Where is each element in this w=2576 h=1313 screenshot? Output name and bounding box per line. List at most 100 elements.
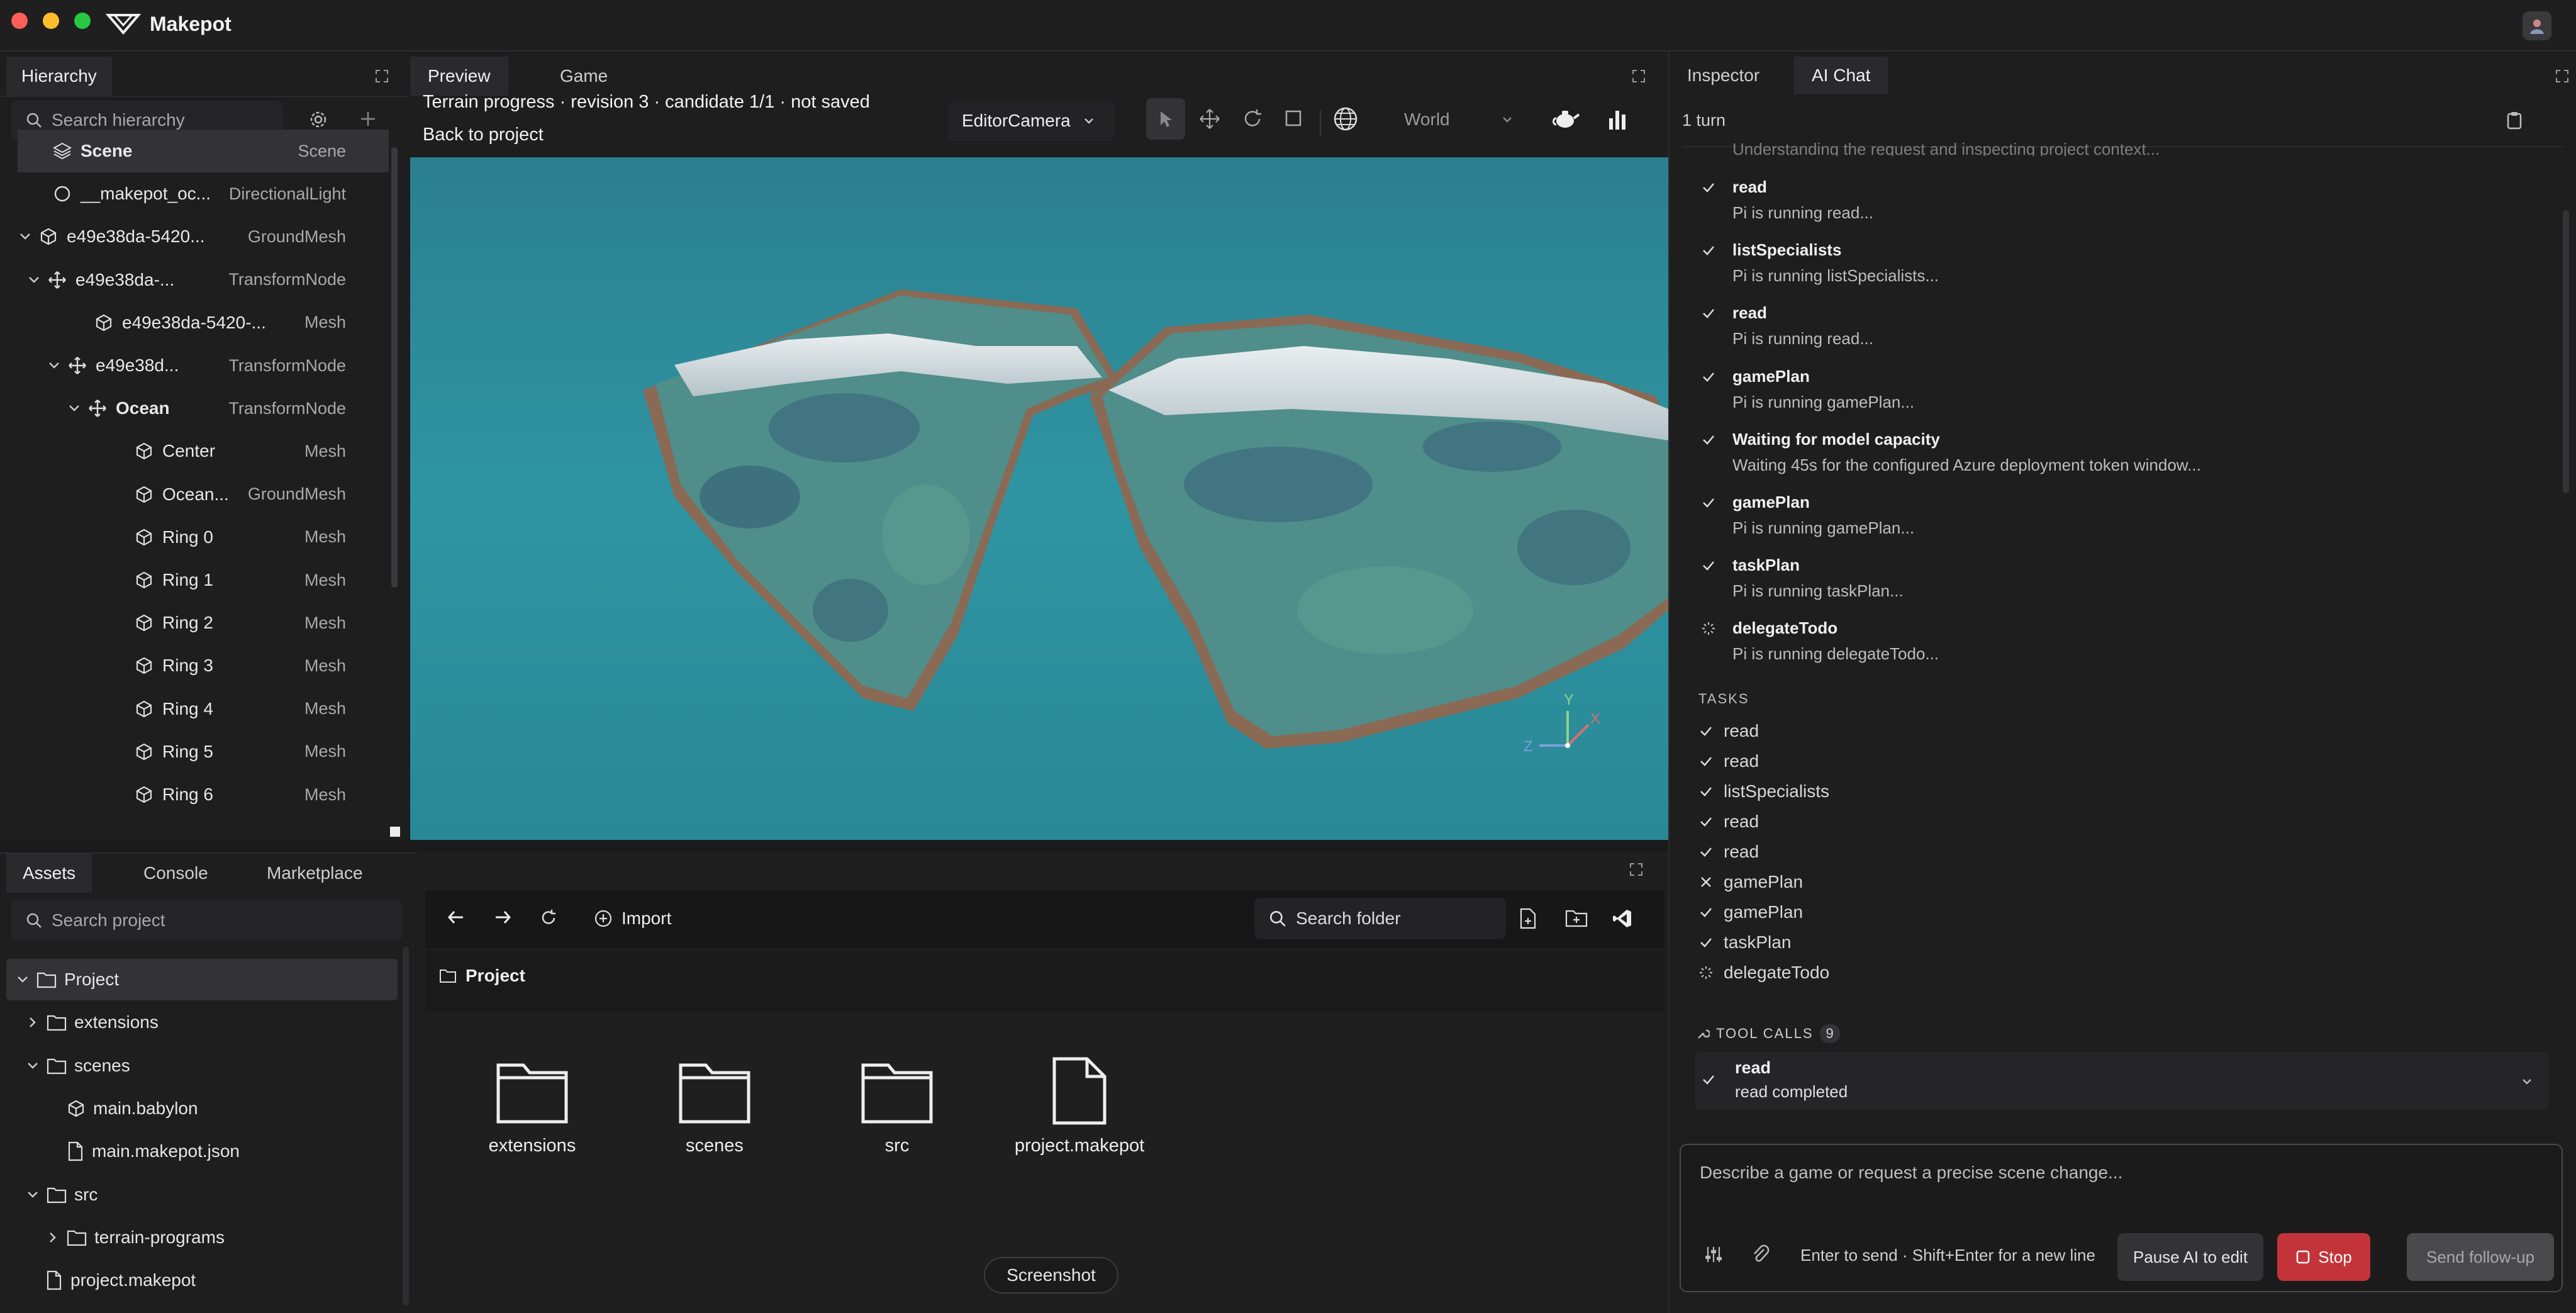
- project-tree-item[interactable]: Project: [6, 959, 398, 1000]
- step-detail: Pi is running read...: [1732, 329, 1874, 349]
- new-folder-icon[interactable]: [1565, 908, 1588, 928]
- assets-scrollbar[interactable]: [403, 947, 409, 1305]
- back-to-project-link[interactable]: Back to project: [423, 125, 544, 145]
- folder-tile[interactable]: extensions: [463, 1048, 601, 1156]
- select-tool-button[interactable]: [1146, 98, 1185, 140]
- tab-game[interactable]: Game: [542, 57, 625, 96]
- tab-ai-chat[interactable]: AI Chat: [1794, 57, 1888, 94]
- tab-inspector[interactable]: Inspector: [1670, 57, 1777, 94]
- tree-item-label: extensions: [74, 1012, 159, 1032]
- chevron-down-icon[interactable]: [25, 1187, 40, 1202]
- back-arrow-icon[interactable]: [445, 907, 467, 928]
- project-tree-item[interactable]: project.makepot: [6, 1260, 398, 1301]
- chevron-down-icon[interactable]: [25, 1058, 40, 1073]
- tab-marketplace[interactable]: Marketplace: [249, 854, 381, 893]
- hierarchy-row[interactable]: Ring 6 Mesh: [18, 773, 389, 816]
- hierarchy-row[interactable]: Ring 2 Mesh: [18, 601, 389, 644]
- hierarchy-row[interactable]: __makepot_oc... DirectionalLight: [18, 172, 389, 215]
- node-type: GroundMesh: [247, 484, 346, 504]
- hierarchy-row[interactable]: Center Mesh: [18, 430, 389, 472]
- hierarchy-row[interactable]: e49e38da-5420-... Mesh: [18, 301, 389, 344]
- tab-preview[interactable]: Preview: [410, 57, 508, 96]
- chevron-down-icon[interactable]: [2520, 1075, 2534, 1088]
- tab-assets[interactable]: Assets: [6, 854, 92, 893]
- tab-hierarchy[interactable]: Hierarchy: [6, 57, 112, 96]
- paperclip-icon[interactable]: [1751, 1244, 1770, 1265]
- user-avatar[interactable]: [2523, 11, 2551, 40]
- step-detail: Pi is running gamePlan...: [1732, 392, 1915, 411]
- camera-select[interactable]: EditorCamera: [948, 101, 1115, 141]
- expand-preview-icon[interactable]: [1632, 69, 1646, 83]
- node-type: DirectionalLight: [228, 184, 346, 203]
- breadcrumb[interactable]: Project: [439, 966, 525, 986]
- add-node-icon[interactable]: [359, 109, 377, 128]
- chevron-down-icon[interactable]: [15, 972, 30, 987]
- hierarchy-scrollbar[interactable]: [391, 147, 398, 588]
- scene-viewport[interactable]: Y X Z: [410, 157, 1668, 840]
- zoom-window-button[interactable]: [74, 13, 91, 29]
- chat-input[interactable]: Describe a game or request a precise sce…: [1700, 1163, 2122, 1183]
- task-item: read: [1698, 721, 1759, 741]
- hierarchy-row[interactable]: Scene Scene: [18, 130, 389, 172]
- project-tree-item[interactable]: terrain-programs: [6, 1217, 398, 1258]
- chevron-down-icon[interactable]: [26, 272, 42, 288]
- hierarchy-row[interactable]: Ring 5 Mesh: [18, 730, 389, 773]
- hierarchy-row[interactable]: e49e38da-5420... GroundMesh: [18, 215, 389, 258]
- move-tool-icon[interactable]: [1199, 108, 1220, 130]
- file-tile[interactable]: project.makepot: [1010, 1048, 1149, 1156]
- settings-gear-icon[interactable]: [308, 109, 328, 130]
- project-tree-item[interactable]: main.makepot.json: [6, 1131, 398, 1172]
- chevron-down-icon[interactable]: [47, 358, 62, 373]
- sliders-icon[interactable]: [1703, 1244, 1724, 1265]
- pause-ai-button[interactable]: Pause AI to edit: [2117, 1233, 2263, 1281]
- folder-tile[interactable]: src: [828, 1048, 966, 1156]
- hierarchy-row[interactable]: Ring 4 Mesh: [18, 688, 389, 730]
- project-tree-item[interactable]: src: [6, 1174, 398, 1215]
- project-tree-item[interactable]: scenes: [6, 1045, 398, 1087]
- check-icon: [1698, 784, 1714, 799]
- hierarchy-row[interactable]: Ring 0 Mesh: [18, 516, 389, 559]
- send-follow-up-button[interactable]: Send follow-up: [2407, 1233, 2554, 1281]
- expand-panel-icon[interactable]: [375, 69, 389, 83]
- hierarchy-row[interactable]: Ring 1 Mesh: [18, 559, 389, 601]
- step-detail: Pi is running gamePlan...: [1732, 518, 1915, 537]
- search-project-input[interactable]: Search project: [11, 900, 403, 941]
- project-tree-item[interactable]: main.babylon: [6, 1088, 398, 1129]
- chevron-down-icon[interactable]: [67, 401, 82, 416]
- search-folder-input[interactable]: Search folder: [1254, 898, 1506, 939]
- expand-right-icon[interactable]: [2555, 69, 2569, 83]
- vscode-icon[interactable]: [1612, 908, 1633, 929]
- new-file-icon[interactable]: [1519, 908, 1537, 929]
- close-window-button[interactable]: [11, 13, 28, 29]
- chevron-right-icon[interactable]: [45, 1230, 60, 1245]
- forward-arrow-icon[interactable]: [492, 907, 513, 928]
- chevron-right-icon[interactable]: [25, 1015, 40, 1030]
- stats-chart-icon[interactable]: [1608, 106, 1629, 131]
- clipboard-icon[interactable]: [2506, 111, 2523, 130]
- minimize-window-button[interactable]: [43, 13, 59, 29]
- hierarchy-row[interactable]: Ocean TransformNode: [18, 387, 389, 430]
- folder-tile[interactable]: scenes: [645, 1048, 784, 1156]
- globe-icon[interactable]: [1332, 106, 1359, 132]
- expand-browser-icon[interactable]: [1629, 863, 1643, 876]
- scale-tool-icon[interactable]: [1283, 108, 1303, 128]
- hierarchy-row[interactable]: e49e38d... TransformNode: [18, 344, 389, 387]
- terrain-status-text: Terrain progress · revision 3 · candidat…: [423, 92, 870, 112]
- hierarchy-row[interactable]: Ocean... GroundMesh: [18, 473, 389, 516]
- project-tree-item[interactable]: extensions: [6, 1002, 398, 1043]
- chat-scrollbar[interactable]: [2563, 210, 2569, 493]
- refresh-icon[interactable]: [540, 909, 557, 927]
- hierarchy-row[interactable]: e49e38da-... TransformNode: [18, 259, 389, 301]
- node-type: Mesh: [304, 699, 346, 718]
- rotate-tool-icon[interactable]: [1242, 108, 1263, 130]
- hierarchy-resize-handle[interactable]: [390, 827, 400, 837]
- teapot-icon[interactable]: [1551, 106, 1580, 131]
- stop-button[interactable]: Stop: [2277, 1233, 2370, 1281]
- chevron-down-icon[interactable]: [18, 229, 33, 244]
- hierarchy-row[interactable]: Ring 3 Mesh: [18, 644, 389, 687]
- space-select[interactable]: World: [1391, 99, 1535, 140]
- transform-node-icon: [88, 399, 107, 418]
- tab-console[interactable]: Console: [126, 854, 226, 893]
- import-button[interactable]: Import: [594, 905, 671, 932]
- tool-call-card[interactable]: read read completed: [1695, 1052, 2549, 1110]
